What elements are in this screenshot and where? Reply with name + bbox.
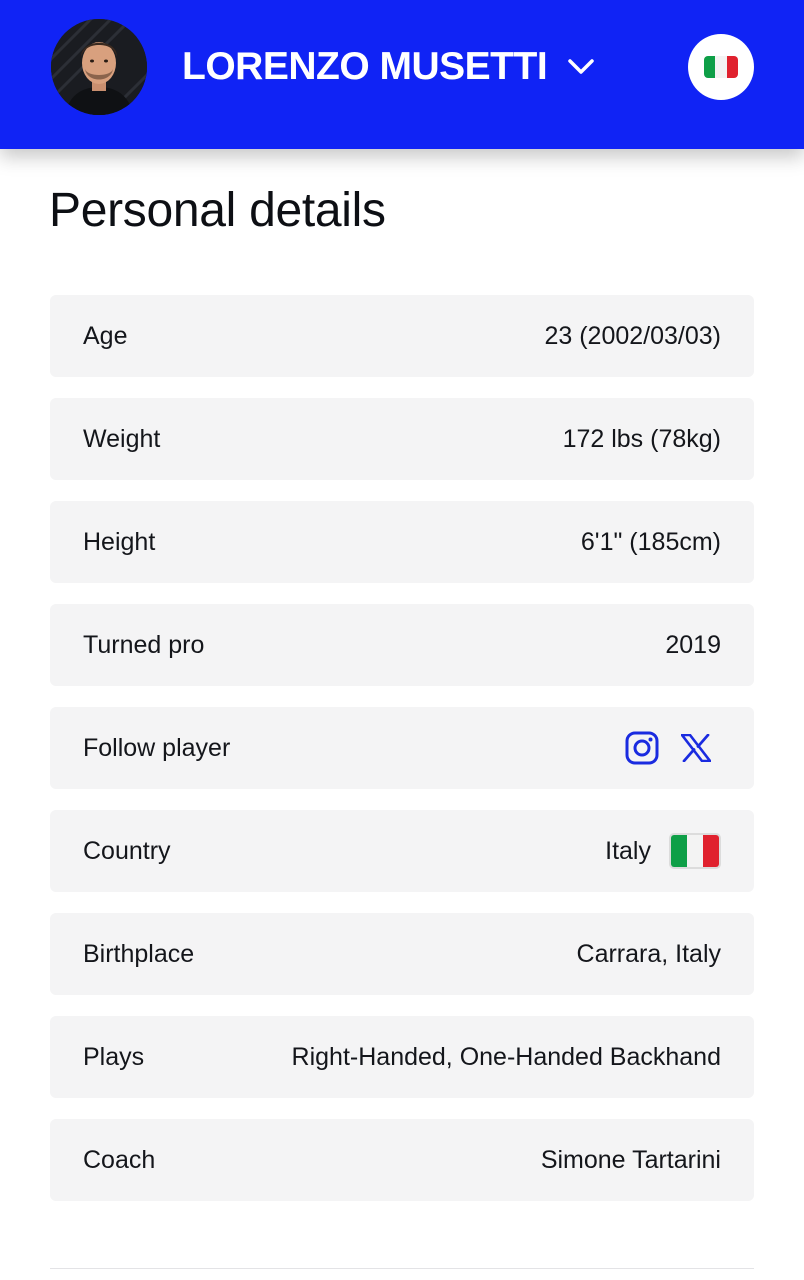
player-header: LORENZO MUSETTI — [0, 0, 804, 149]
detail-row-height: Height 6'1" (185cm) — [50, 501, 754, 583]
section-title: Personal details — [49, 184, 386, 237]
detail-row-plays: Plays Right-Handed, One-Handed Backhand — [50, 1016, 754, 1098]
chevron-down-icon — [568, 59, 594, 74]
detail-value: 23 (2002/03/03) — [544, 321, 721, 350]
detail-value: Right-Handed, One-Handed Backhand — [291, 1042, 721, 1071]
detail-value: Simone Tartarini — [540, 1145, 721, 1174]
personal-details-list: Age 23 (2002/03/03) Weight 172 lbs (78kg… — [50, 295, 754, 1222]
detail-label: Plays — [83, 1042, 145, 1071]
country-flag-button[interactable] — [688, 34, 754, 100]
detail-label: Follow player — [83, 733, 231, 762]
detail-row-weight: Weight 172 lbs (78kg) — [50, 398, 754, 480]
detail-row-turned-pro: Turned pro 2019 — [50, 604, 754, 686]
player-avatar[interactable] — [51, 19, 147, 115]
detail-row-follow-player: Follow player — [50, 707, 754, 789]
social-links — [625, 731, 711, 765]
italy-flag-icon — [669, 833, 721, 869]
player-selector[interactable]: LORENZO MUSETTI — [182, 40, 595, 94]
detail-label: Height — [83, 527, 156, 556]
detail-label: Coach — [83, 1145, 156, 1174]
detail-label: Country — [83, 836, 171, 865]
detail-row-coach: Coach Simone Tartarini — [50, 1119, 754, 1201]
detail-value: Carrara, Italy — [576, 939, 721, 968]
player-headshot-icon — [51, 19, 147, 115]
detail-row-country: Country Italy — [50, 810, 754, 892]
player-name: LORENZO MUSETTI — [182, 45, 548, 88]
detail-label: Weight — [83, 424, 161, 453]
detail-row-age: Age 23 (2002/03/03) — [50, 295, 754, 377]
detail-value: 2019 — [665, 630, 721, 659]
instagram-icon[interactable] — [625, 731, 659, 765]
detail-value: Italy — [605, 836, 651, 865]
detail-row-birthplace: Birthplace Carrara, Italy — [50, 913, 754, 995]
divider — [50, 1268, 754, 1269]
country-value: Italy — [605, 833, 721, 869]
detail-value: 6'1" (185cm) — [580, 527, 721, 556]
x-icon[interactable] — [681, 734, 711, 762]
detail-label: Age — [83, 321, 128, 350]
italy-flag-icon — [704, 56, 738, 78]
detail-value: 172 lbs (78kg) — [562, 424, 721, 453]
detail-label: Turned pro — [83, 630, 205, 659]
detail-label: Birthplace — [83, 939, 195, 968]
